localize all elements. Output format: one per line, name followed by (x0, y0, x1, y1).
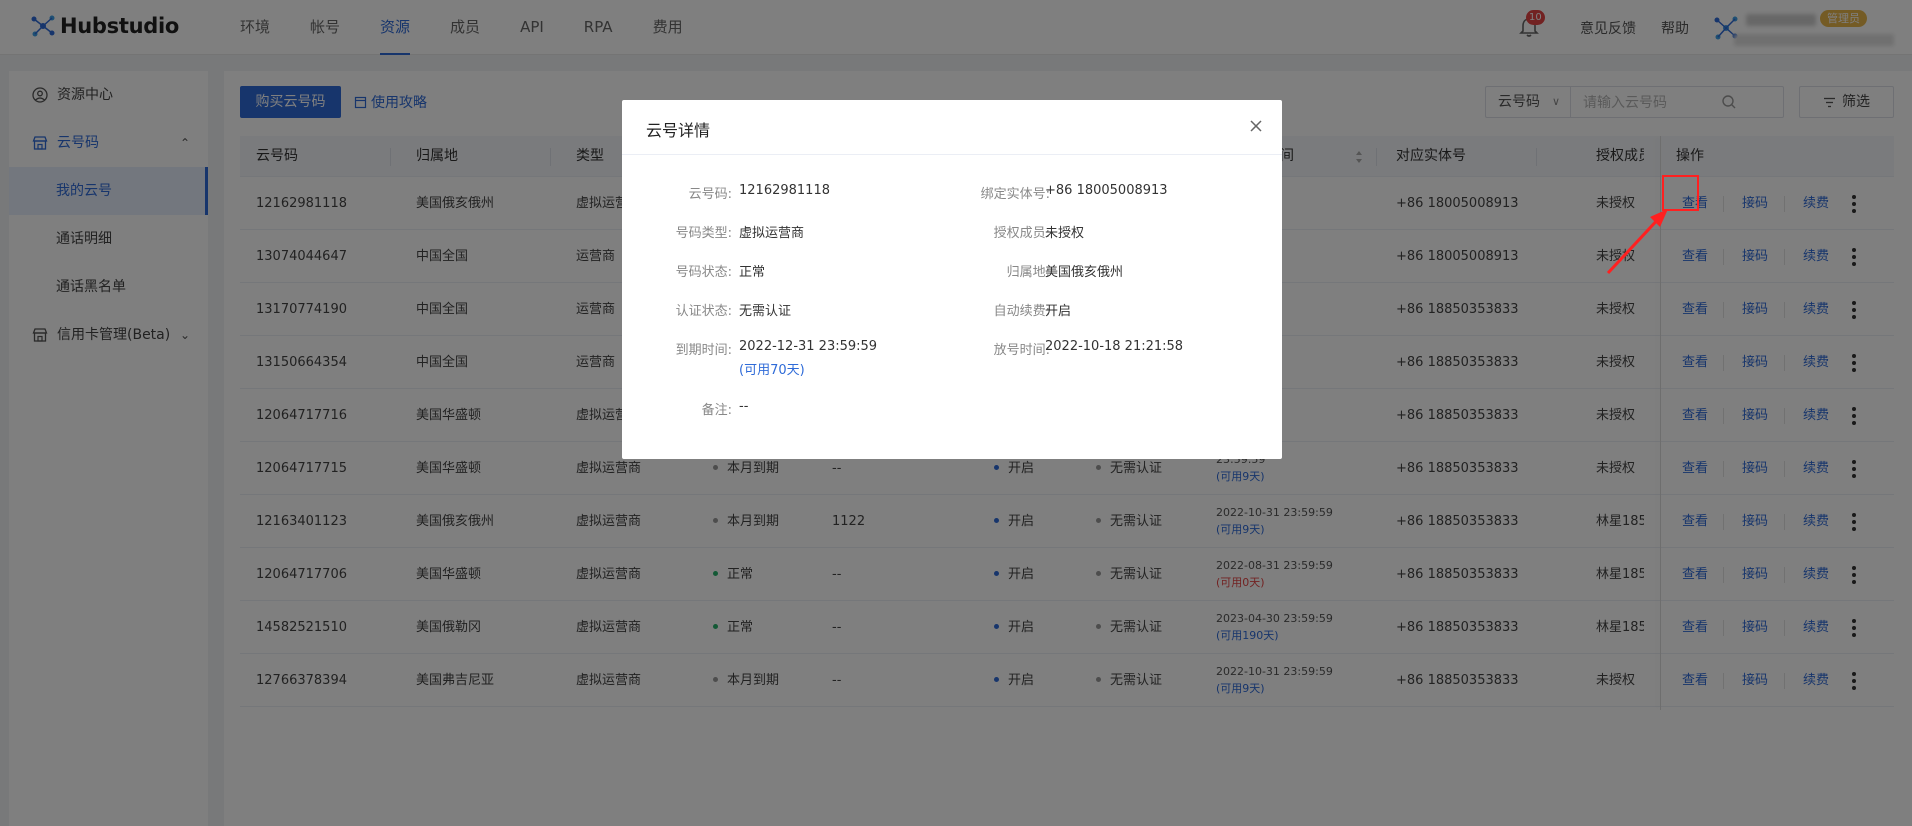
detail-release-label: 放号时间: (993, 343, 1050, 358)
detail-release-value: 2022-10-18 21:21:58 (1045, 339, 1184, 354)
annotation-arrow-icon (1606, 209, 1668, 275)
detail-linked-label: 绑定实体号: (980, 187, 1050, 202)
detail-member-label: 授权成员: (993, 226, 1050, 241)
dialog-title: 云号详情 (646, 121, 711, 140)
detail-member-value: 未授权 (1045, 226, 1085, 241)
detail-status-value: 正常 (739, 265, 766, 280)
detail-expiry-date: 2022-12-31 23:59:59 (739, 339, 878, 354)
detail-expiry-label: 到期时间: (675, 343, 732, 358)
detail-number-value: 12162981118 (739, 183, 830, 198)
dialog-header: 云号详情 (622, 100, 1282, 155)
detail-number-label: 云号码: (688, 187, 732, 202)
detail-region-label: 归属地: (1006, 265, 1050, 280)
detail-type-value: 虚拟运营商 (739, 226, 805, 241)
detail-renew-label: 自动续费: (993, 304, 1050, 319)
detail-renew-value: 开启 (1045, 304, 1072, 319)
detail-auth-value: 无需认证 (739, 304, 792, 319)
detail-expiry-available: (可用70天) (739, 363, 805, 378)
detail-linked-value: +86 18005008913 (1045, 183, 1168, 198)
detail-status-label: 号码状态: (675, 265, 732, 280)
cloud-number-detail-dialog: 云号详情 云号码: 12162981118 绑定实体号: +86 1800500… (622, 100, 1282, 459)
detail-expiry-value: 2022-12-31 23:59:59 (可用70天) (739, 339, 877, 378)
detail-auth-label: 认证状态: (675, 304, 732, 319)
detail-type-label: 号码类型: (675, 226, 732, 241)
detail-region-value: 美国俄亥俄州 (1045, 265, 1124, 280)
close-icon[interactable] (1247, 117, 1265, 135)
detail-remark-label: 备注: (701, 403, 732, 418)
detail-remark-value: -- (739, 399, 749, 414)
